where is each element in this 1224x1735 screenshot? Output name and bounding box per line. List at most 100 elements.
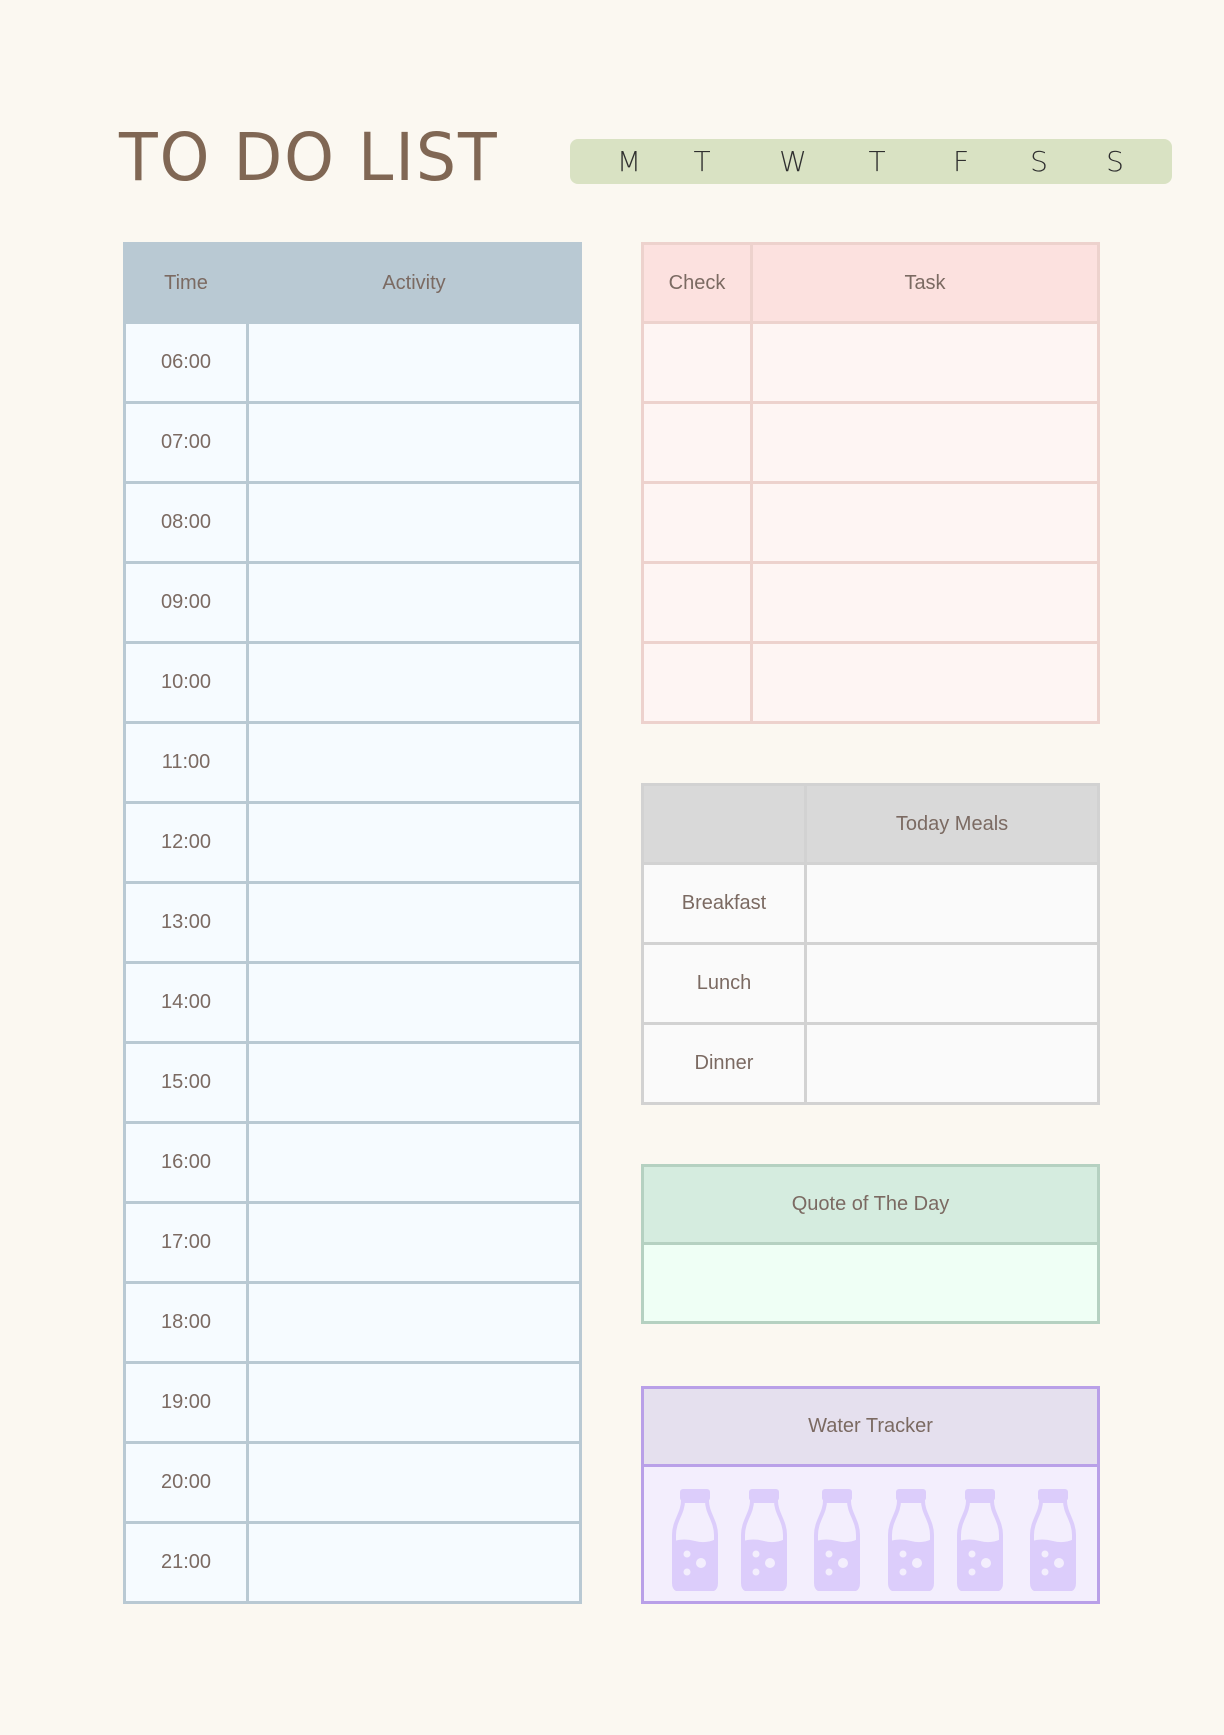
today-meals-header: Today Meals (804, 783, 1100, 865)
task-field[interactable] (750, 561, 1100, 644)
task-row (641, 321, 1100, 404)
meal-row: Dinner (641, 1022, 1100, 1105)
check-cell[interactable] (641, 561, 753, 644)
schedule-row: 13:00 (123, 881, 582, 964)
water-bottle-icon[interactable] (888, 1489, 934, 1592)
schedule-row: 20:00 (123, 1441, 582, 1524)
task-field[interactable] (750, 481, 1100, 564)
time-cell: 06:00 (123, 321, 249, 404)
schedule-row: 07:00 (123, 401, 582, 484)
schedule-row: 18:00 (123, 1281, 582, 1364)
page-title: TO DO LIST (119, 119, 499, 196)
schedule-row: 12:00 (123, 801, 582, 884)
water-bottle-icon[interactable] (814, 1489, 860, 1592)
schedule-row: 16:00 (123, 1121, 582, 1204)
schedule-row: 09:00 (123, 561, 582, 644)
meal-field[interactable] (804, 942, 1100, 1025)
meals-table: Today Meals Breakfast Lunch Dinner (641, 783, 1100, 1105)
meal-label: Dinner (641, 1022, 807, 1105)
day-sunday[interactable]: S (1095, 139, 1135, 184)
activity-field[interactable] (246, 321, 582, 404)
activity-field[interactable] (246, 1121, 582, 1204)
water-bottle-icon[interactable] (1030, 1489, 1076, 1592)
water-bottle-icon[interactable] (672, 1489, 718, 1592)
meal-field[interactable] (804, 862, 1100, 945)
check-cell[interactable] (641, 641, 753, 724)
task-table: Check Task (641, 242, 1100, 724)
activity-field[interactable] (246, 1201, 582, 1284)
weekday-selector: M T W T F S S (570, 139, 1172, 184)
check-cell[interactable] (641, 321, 753, 404)
activity-field[interactable] (246, 881, 582, 964)
time-cell: 08:00 (123, 481, 249, 564)
meal-label: Lunch (641, 942, 807, 1025)
check-cell[interactable] (641, 401, 753, 484)
meal-field[interactable] (804, 1022, 1100, 1105)
task-column-header: Task (750, 242, 1100, 324)
meals-corner-header (641, 783, 807, 865)
water-tracker: Water Tracker (641, 1386, 1100, 1604)
schedule-row: 10:00 (123, 641, 582, 724)
day-thursday[interactable]: T (857, 139, 897, 184)
activity-field[interactable] (246, 1441, 582, 1524)
meal-row: Lunch (641, 942, 1100, 1025)
task-field[interactable] (750, 641, 1100, 724)
quote-box: Quote of The Day (641, 1164, 1100, 1324)
time-cell: 17:00 (123, 1201, 249, 1284)
schedule-table: Time Activity 06:00 07:00 08:00 09:00 10:00 1… (123, 242, 582, 1604)
day-friday[interactable]: F (941, 139, 981, 184)
time-cell: 14:00 (123, 961, 249, 1044)
time-cell: 15:00 (123, 1041, 249, 1124)
time-cell: 07:00 (123, 401, 249, 484)
water-bottle-icon[interactable] (957, 1489, 1003, 1592)
time-cell: 10:00 (123, 641, 249, 724)
meals-header-row: Today Meals (641, 783, 1100, 865)
task-row (641, 561, 1100, 644)
activity-field[interactable] (246, 401, 582, 484)
task-row (641, 401, 1100, 484)
quote-title: Quote of The Day (641, 1164, 1100, 1245)
water-bottle-icon[interactable] (741, 1489, 787, 1592)
day-monday[interactable]: M (609, 139, 649, 184)
activity-field[interactable] (246, 1281, 582, 1364)
schedule-row: 08:00 (123, 481, 582, 564)
task-row (641, 641, 1100, 724)
task-field[interactable] (750, 401, 1100, 484)
time-cell: 21:00 (123, 1521, 249, 1604)
time-column-header: Time (123, 242, 249, 324)
task-field[interactable] (750, 321, 1100, 404)
time-cell: 18:00 (123, 1281, 249, 1364)
activity-field[interactable] (246, 801, 582, 884)
time-cell: 13:00 (123, 881, 249, 964)
meal-label: Breakfast (641, 862, 807, 945)
day-wednesday[interactable]: W (773, 139, 813, 184)
water-bottles-cell (641, 1464, 1100, 1604)
activity-field[interactable] (246, 481, 582, 564)
activity-field[interactable] (246, 561, 582, 644)
activity-field[interactable] (246, 1361, 582, 1444)
schedule-row: 11:00 (123, 721, 582, 804)
day-tuesday[interactable]: T (682, 139, 722, 184)
time-cell: 16:00 (123, 1121, 249, 1204)
schedule-row: 21:00 (123, 1521, 582, 1604)
activity-field[interactable] (246, 961, 582, 1044)
schedule-header-row: Time Activity (123, 242, 582, 324)
quote-text-field[interactable] (641, 1242, 1100, 1324)
time-cell: 19:00 (123, 1361, 249, 1444)
time-cell: 09:00 (123, 561, 249, 644)
activity-field[interactable] (246, 721, 582, 804)
check-column-header: Check (641, 242, 753, 324)
schedule-row: 06:00 (123, 321, 582, 404)
activity-field[interactable] (246, 1521, 582, 1604)
time-cell: 12:00 (123, 801, 249, 884)
activity-field[interactable] (246, 641, 582, 724)
schedule-row: 17:00 (123, 1201, 582, 1284)
check-cell[interactable] (641, 481, 753, 564)
meal-row: Breakfast (641, 862, 1100, 945)
time-cell: 20:00 (123, 1441, 249, 1524)
schedule-row: 15:00 (123, 1041, 582, 1124)
schedule-row: 14:00 (123, 961, 582, 1044)
activity-column-header: Activity (246, 242, 582, 324)
activity-field[interactable] (246, 1041, 582, 1124)
day-saturday[interactable]: S (1019, 139, 1059, 184)
